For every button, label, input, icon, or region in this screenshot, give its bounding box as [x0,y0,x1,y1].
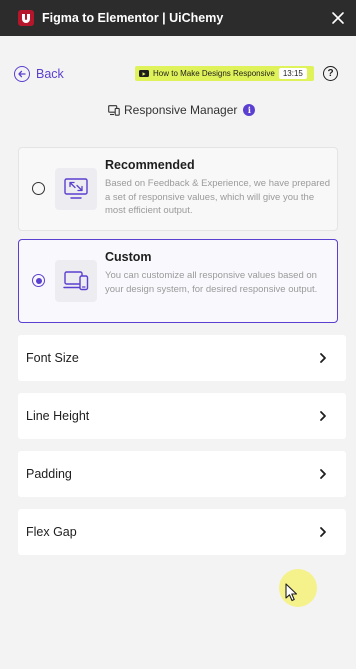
mouse-pointer-icon [285,583,298,602]
responsive-manager-icon [108,104,120,116]
radio-custom[interactable] [32,274,45,287]
close-button[interactable] [330,10,346,26]
setting-padding[interactable]: Padding [18,451,346,497]
radio-recommended[interactable] [32,182,45,195]
video-duration: 13:15 [278,68,307,79]
section-header: Responsive Manager i [108,103,256,117]
option-title: Recommended [105,158,195,172]
uichemy-logo-icon [18,10,34,26]
close-icon [332,12,344,24]
option-recommended[interactable]: Recommended Based on Feedback & Experien… [18,147,338,231]
responsive-shrink-icon [55,168,97,210]
chevron-right-icon [320,411,326,421]
back-label: Back [36,67,64,81]
option-title: Custom [105,250,152,264]
setting-label: Flex Gap [26,525,77,539]
option-description: Based on Feedback & Experience, we have … [105,178,330,216]
setting-label: Font Size [26,351,79,365]
chevron-right-icon [320,469,326,479]
option-custom[interactable]: Custom You can customize all responsive … [18,239,338,323]
option-description: You can customize all responsive values … [105,270,318,295]
back-button[interactable]: Back [14,66,64,82]
setting-font-size[interactable]: Font Size [18,335,346,381]
setting-label: Padding [26,467,72,481]
info-icon[interactable]: i [243,104,256,116]
help-icon: ? [327,68,334,79]
devices-icon [55,260,97,302]
app-title: Figma to Elementor | UiChemy [42,11,224,25]
title-bar: Figma to Elementor | UiChemy [0,0,356,36]
youtube-icon [139,70,149,77]
setting-line-height[interactable]: Line Height [18,393,346,439]
setting-flex-gap[interactable]: Flex Gap [18,509,346,555]
video-title: How to Make Designs Responsive [153,69,275,78]
section-title: Responsive Manager [124,103,238,117]
video-tutorial-badge[interactable]: How to Make Designs Responsive 13:15 [135,66,314,81]
chevron-right-icon [320,527,326,537]
help-button[interactable]: ? [323,66,338,81]
setting-label: Line Height [26,409,90,423]
chevron-right-icon [320,353,326,363]
arrow-left-icon [14,66,30,82]
